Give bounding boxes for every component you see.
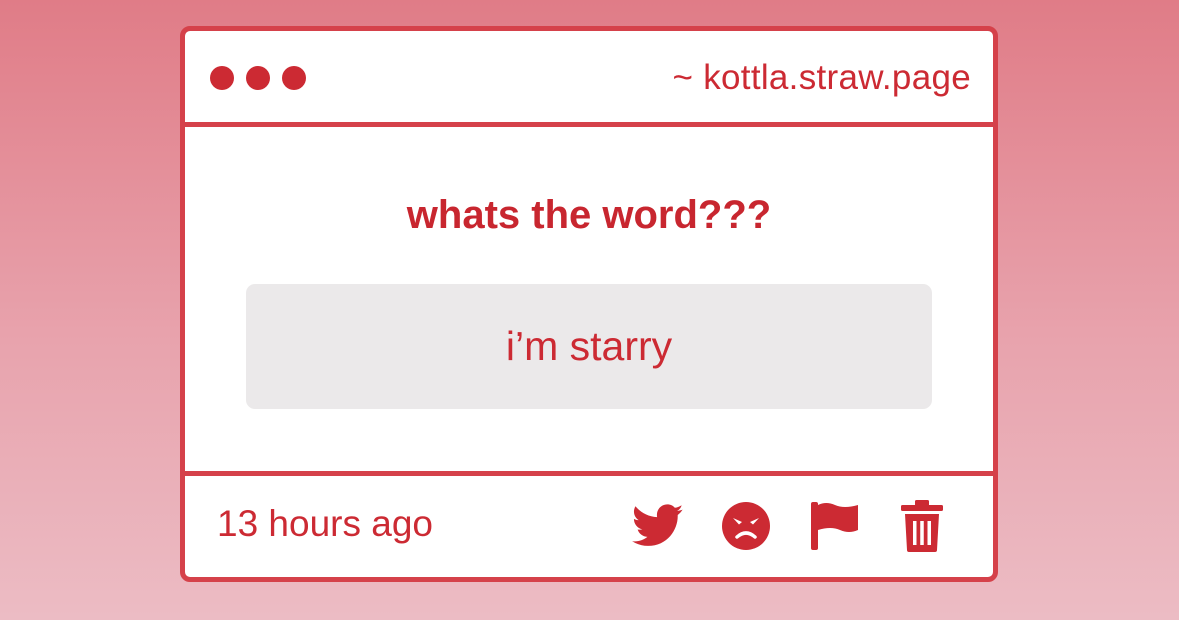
flag-icon: [811, 502, 858, 550]
window-titlebar: ~ kottla.straw.page: [185, 31, 993, 127]
action-bar: [631, 499, 949, 553]
window-dot: [210, 66, 234, 90]
question-text: whats the word???: [406, 193, 772, 237]
window-controls: [210, 66, 306, 90]
twitter-icon: [632, 504, 684, 546]
share-twitter-button[interactable]: [631, 499, 685, 553]
flag-button[interactable]: [807, 499, 861, 553]
post-card: ~ kottla.straw.page whats the word??? i’…: [180, 26, 998, 582]
page-url[interactable]: ~ kottla.straw.page: [672, 58, 971, 98]
window-dot: [246, 66, 270, 90]
angry-face-icon: [722, 502, 770, 550]
message-content: whats the word??? i’m starry: [185, 127, 993, 476]
report-abuse-button[interactable]: [719, 499, 773, 553]
window-dot: [282, 66, 306, 90]
answer-text: i’m starry: [505, 323, 673, 369]
delete-button[interactable]: [895, 499, 949, 553]
timestamp: 13 hours ago: [217, 503, 434, 544]
answer-box: i’m starry: [246, 284, 932, 409]
trash-icon: [901, 500, 943, 552]
card-footer: 13 hours ago: [185, 476, 993, 572]
